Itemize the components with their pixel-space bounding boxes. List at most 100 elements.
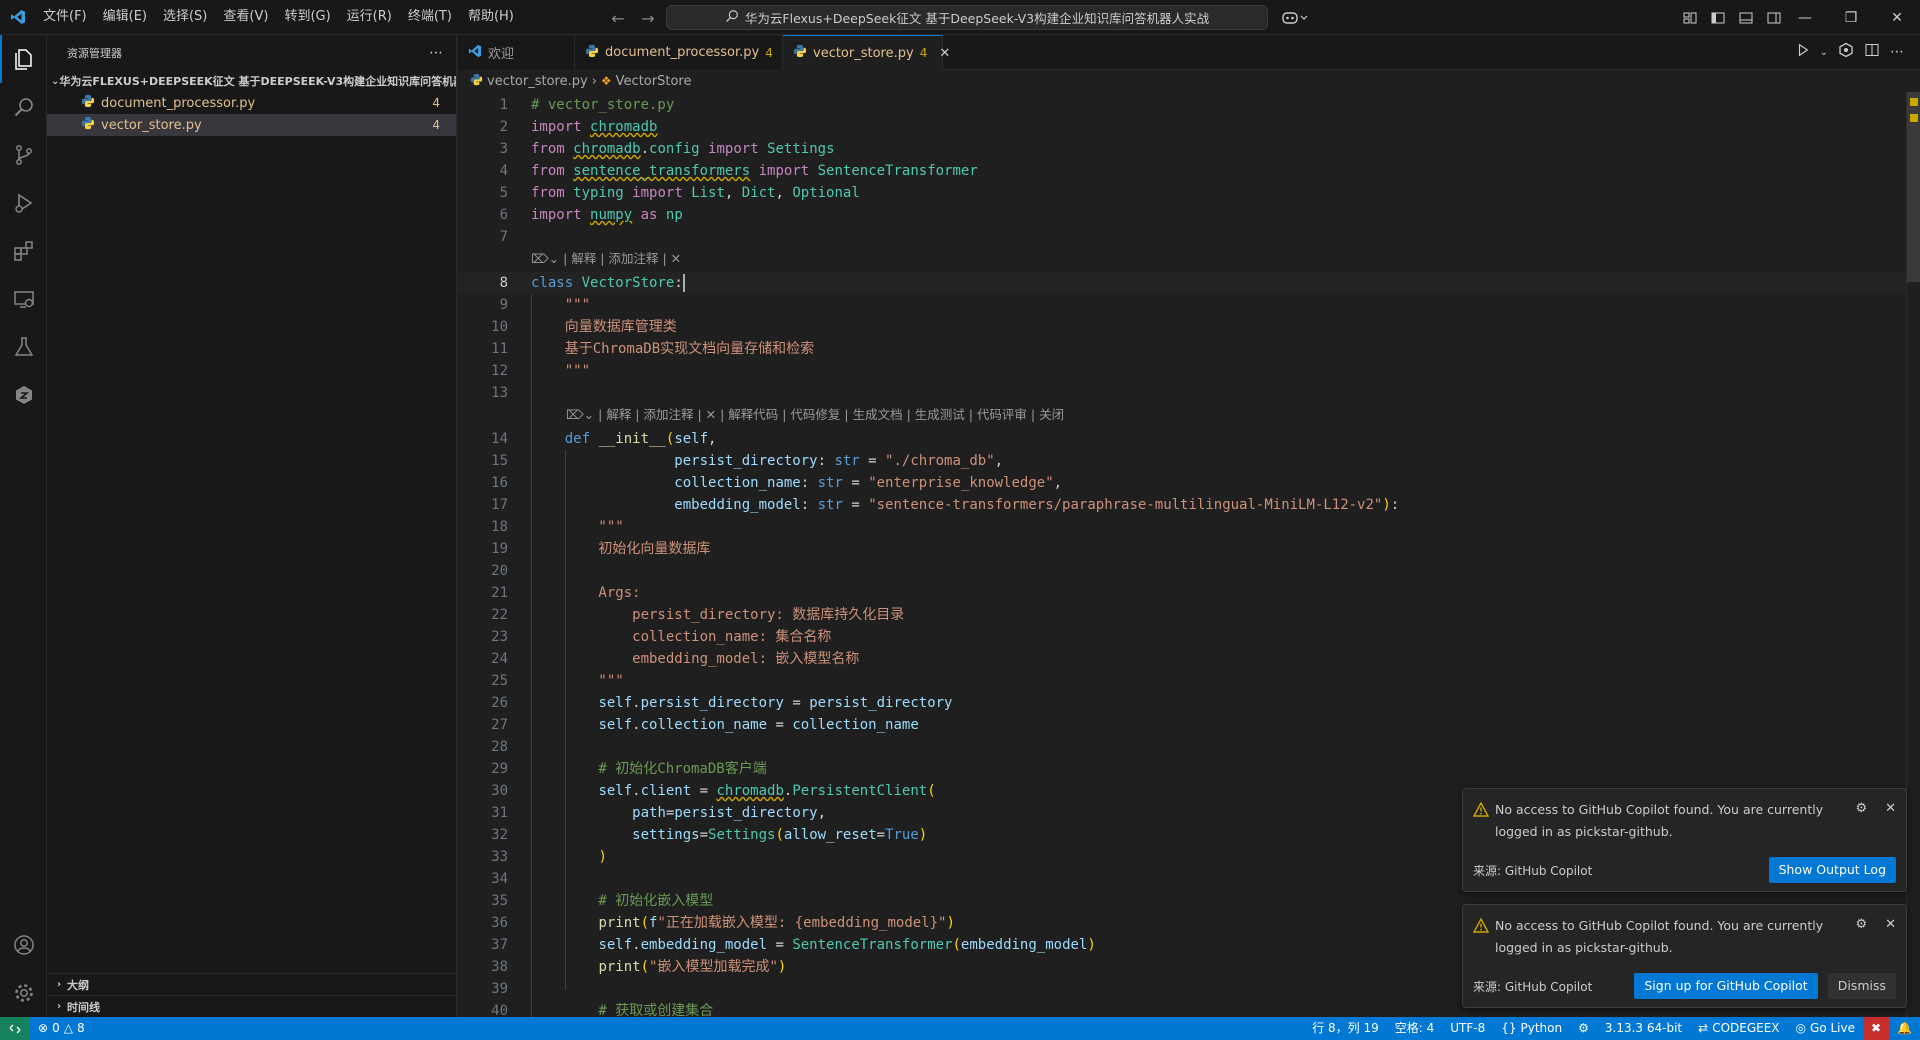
code-line[interactable]: 3 from chromadb.config import Settings	[458, 138, 1908, 160]
file-vector-store[interactable]: vector_store.py 4	[47, 114, 456, 136]
code-line[interactable]: 8 class VectorStore:	[458, 272, 1908, 294]
testing-icon[interactable]	[0, 323, 47, 371]
dismiss-button[interactable]: Dismiss	[1827, 973, 1896, 999]
manage-gear-icon[interactable]	[0, 969, 47, 1017]
menu-run[interactable]: 运行(R)	[339, 5, 400, 29]
outline-section[interactable]: › 大纲	[47, 973, 457, 995]
go-live-button[interactable]: ◎ Go Live	[1788, 1017, 1863, 1040]
code-line[interactable]: 25 """	[458, 670, 1908, 692]
close-tab-icon[interactable]: ✕	[939, 46, 950, 61]
codelens-toolbar[interactable]: ⌦⌄ | 解释 | 添加注释 | ✕ | 解释代码 | 代码修复 | 生成文档 …	[566, 404, 1064, 426]
code-line[interactable]: 17 embedding_model: str = "sentence-tran…	[458, 494, 1908, 516]
code-line[interactable]: 2 import chromadb	[458, 116, 1908, 138]
breadcrumb-file[interactable]: vector_store.py	[487, 74, 588, 89]
code-line[interactable]: 23 collection_name: 集合名称	[458, 626, 1908, 648]
code-line[interactable]: 29 # 初始化ChromaDB客户端	[458, 758, 1908, 780]
line-content: 基于ChromaDB实现文档向量存储和检索	[531, 341, 815, 357]
encoding[interactable]: UTF-8	[1442, 1017, 1493, 1040]
codegeex-status[interactable]: ⇄ CODEGEEX	[1690, 1017, 1787, 1040]
extensions-icon[interactable]	[0, 227, 47, 275]
file-document-processor[interactable]: document_processor.py 4	[47, 92, 456, 114]
codelens-actions[interactable]: | 解释 | 添加注释 | ✕	[563, 251, 681, 266]
gear-icon[interactable]: ⚙	[1855, 917, 1867, 932]
code-line[interactable]: 11 基于ChromaDB实现文档向量存储和检索	[458, 338, 1908, 360]
accounts-icon[interactable]	[0, 921, 47, 969]
source-control-icon[interactable]	[0, 131, 47, 179]
chevron-down-icon[interactable]: ⌄	[1820, 47, 1828, 58]
code-line[interactable]: 16 collection_name: str = "enterprise_kn…	[458, 472, 1908, 494]
breadcrumb-symbol[interactable]: VectorStore	[616, 74, 692, 89]
remote-indicator-icon[interactable]	[0, 1017, 30, 1040]
menu-go[interactable]: 转到(G)	[276, 5, 338, 29]
cursor-position[interactable]: 行 8，列 19	[1304, 1017, 1387, 1040]
menu-edit[interactable]: 编辑(E)	[95, 5, 155, 29]
toggle-panel-icon[interactable]	[1734, 6, 1758, 30]
editor-scrollbar[interactable]	[1906, 92, 1920, 1017]
code-line[interactable]: 13	[458, 382, 1908, 404]
python-interpreter[interactable]: 3.13.3 64-bit	[1597, 1017, 1690, 1040]
codelens-toolbar[interactable]: ⌦⌄ | 解释 | 添加注释 | ✕	[531, 248, 681, 270]
tab-vector-store[interactable]: vector_store.py 4 ✕	[783, 35, 950, 70]
problems-indicator[interactable]: ⊗ 0 △ 8	[30, 1017, 93, 1040]
restore-icon[interactable]: ❐	[1828, 0, 1874, 35]
code-line[interactable]: 28	[458, 736, 1908, 758]
indentation[interactable]: 空格: 4	[1387, 1017, 1443, 1040]
remote-explorer-icon[interactable]	[0, 275, 47, 323]
workspace-folder[interactable]: ⌄ 华为云FLEXUS+DEEPSEEK征文 基于DEEPSEEK-V3构建企业…	[47, 70, 456, 92]
menu-file[interactable]: 文件(F)	[35, 5, 95, 29]
customize-layout-icon[interactable]	[1678, 6, 1702, 30]
copilot-status-icon[interactable]: ⚙	[1570, 1017, 1597, 1040]
code-line[interactable]: 14 def __init__(self,	[458, 428, 1908, 450]
code-line[interactable]: 4 from sentence_transformers import Sente…	[458, 160, 1908, 182]
code-line[interactable]: 5 from typing import List, Dict, Optional	[458, 182, 1908, 204]
command-center-search[interactable]: 华为云Flexus+DeepSeek征文 基于DeepSeek-V3构建企业知识…	[666, 5, 1268, 30]
menu-selection[interactable]: 选择(S)	[155, 5, 215, 29]
code-line[interactable]: 12 """	[458, 360, 1908, 382]
explorer-icon[interactable]	[0, 35, 47, 83]
code-line[interactable]: 6 import numpy as np	[458, 204, 1908, 226]
code-line[interactable]: 7	[458, 226, 1908, 248]
tab-welcome[interactable]: 欢迎	[458, 35, 575, 70]
run-debug-icon[interactable]	[0, 179, 47, 227]
code-line[interactable]: 27 self.collection_name = collection_nam…	[458, 714, 1908, 736]
notifications-bell-icon[interactable]: 🔔	[1889, 1017, 1920, 1040]
gear-icon[interactable]: ⚙	[1855, 801, 1867, 816]
code-line[interactable]: 1 # vector_store.py	[458, 94, 1908, 116]
code-line[interactable]: 21 Args:	[458, 582, 1908, 604]
back-arrow-icon[interactable]: ←	[606, 6, 630, 30]
menu-terminal[interactable]: 终端(T)	[400, 5, 460, 29]
code-line[interactable]: 20	[458, 560, 1908, 582]
code-line[interactable]: 22 persist_directory: 数据库持久化目录	[458, 604, 1908, 626]
menu-view[interactable]: 查看(V)	[215, 5, 276, 29]
codegeex-action-icon[interactable]	[1838, 42, 1854, 62]
run-python-file-icon[interactable]	[1796, 43, 1810, 61]
code-line[interactable]: 19 初始化向量数据库	[458, 538, 1908, 560]
toggle-primary-sidebar-icon[interactable]	[1706, 6, 1730, 30]
menu-help[interactable]: 帮助(H)	[460, 5, 522, 29]
code-line[interactable]: 10 向量数据库管理类	[458, 316, 1908, 338]
line-content: # 初始化ChromaDB客户端	[531, 761, 767, 777]
search-view-icon[interactable]	[0, 83, 47, 131]
close-icon[interactable]: ✕	[1885, 801, 1896, 816]
code-line[interactable]: 15 persist_directory: str = "./chroma_db…	[458, 450, 1908, 472]
close-icon[interactable]: ✕	[1885, 917, 1896, 932]
codegeex-icon[interactable]	[0, 371, 47, 419]
timeline-section[interactable]: › 时间线	[47, 995, 457, 1017]
split-editor-icon[interactable]	[1864, 42, 1880, 62]
minimize-icon[interactable]: —	[1782, 0, 1828, 35]
more-actions-icon[interactable]: ⋯	[429, 45, 444, 61]
language-mode[interactable]: {} Python	[1493, 1017, 1570, 1040]
codegeex-alert-icon[interactable]: ✖	[1862, 1017, 1890, 1040]
code-line[interactable]: 24 embedding_model: 嵌入模型名称	[458, 648, 1908, 670]
show-output-log-button[interactable]: Show Output Log	[1768, 857, 1896, 883]
close-window-icon[interactable]: ✕	[1874, 0, 1920, 35]
codelens-actions[interactable]: | 解释 | 添加注释 | ✕ | 解释代码 | 代码修复 | 生成文档 | 生…	[598, 407, 1064, 422]
code-line[interactable]: 26 self.persist_directory = persist_dire…	[458, 692, 1908, 714]
sign-up-copilot-button[interactable]: Sign up for GitHub Copilot	[1634, 973, 1818, 999]
more-actions-icon[interactable]: ⋯	[1890, 44, 1904, 60]
code-line[interactable]: 18 """	[458, 516, 1908, 538]
tab-document-processor[interactable]: document_processor.py 4	[575, 35, 783, 70]
copilot-menu-icon[interactable]	[1278, 6, 1312, 30]
forward-arrow-icon[interactable]: →	[636, 6, 660, 30]
code-line[interactable]: 9 """	[458, 294, 1908, 316]
